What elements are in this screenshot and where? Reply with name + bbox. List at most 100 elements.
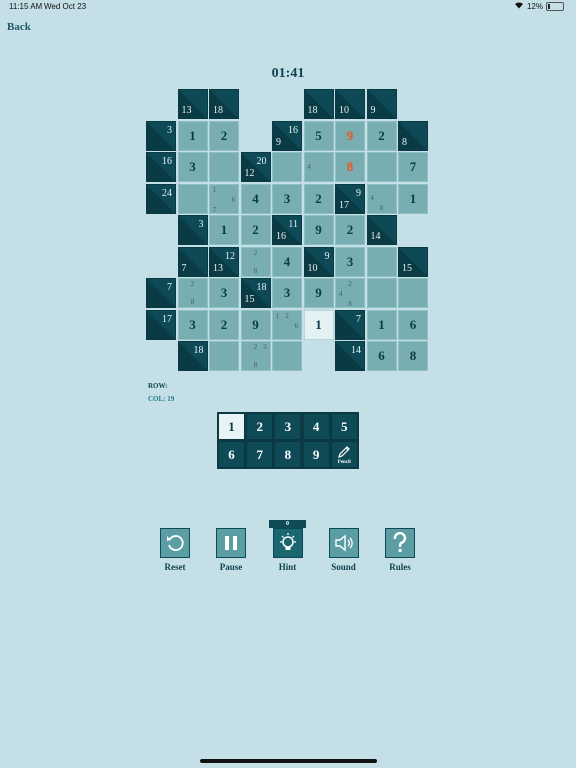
hint-button[interactable]	[272, 528, 303, 558]
pencil-mark	[368, 185, 377, 193]
entry-cell[interactable]: 9	[303, 215, 334, 245]
entry-cell[interactable]: 1 6 7	[209, 183, 239, 214]
clue-cell: 16	[146, 152, 176, 182]
entry-cell[interactable]: 3	[272, 183, 302, 214]
entry-cell[interactable]: 2	[240, 215, 271, 245]
entry-cell[interactable]: 3	[335, 246, 365, 277]
battery-percent: 12%	[526, 1, 543, 11]
back-button[interactable]: Back	[7, 21, 31, 33]
entry-cell[interactable]: 4	[272, 246, 302, 277]
entry-cell[interactable]: 3	[177, 152, 208, 182]
key-6[interactable]: 6	[218, 441, 245, 469]
across-clue: 14	[351, 345, 361, 356]
pencil-icon	[338, 445, 351, 458]
status-right: 12%	[514, 1, 564, 11]
pencil-button[interactable]: Pencil	[330, 441, 358, 469]
entry-cell[interactable]: 1	[209, 215, 239, 245]
pencil-marks: 1 6 7	[210, 185, 238, 214]
across-clue: 3	[167, 124, 172, 136]
entry-cell[interactable]: 1	[366, 309, 397, 340]
entry-cell[interactable]: 2	[335, 215, 365, 245]
selected-cell[interactable]: 1	[303, 309, 334, 340]
key-1[interactable]: 1	[218, 413, 245, 440]
entry-cell[interactable]	[272, 152, 302, 182]
entry-cell[interactable]: 2	[209, 309, 239, 340]
key-7[interactable]: 7	[246, 441, 274, 469]
entry-cell[interactable]	[366, 246, 397, 277]
entry-cell[interactable]	[209, 341, 239, 371]
entry-cell[interactable]: 23 8	[240, 341, 271, 371]
entry-cell[interactable]	[209, 152, 239, 182]
entry-cell[interactable]: 3	[272, 278, 302, 308]
entry-cell[interactable]: 8	[398, 341, 428, 371]
rules-button[interactable]	[385, 528, 415, 558]
cell-value: 1	[378, 316, 385, 332]
cell-value: 1	[315, 316, 322, 332]
entry-cell[interactable]: 48	[366, 183, 397, 214]
pencil-mark	[219, 185, 228, 195]
entry-cell[interactable]: 126	[272, 309, 302, 340]
pause-button[interactable]	[216, 528, 246, 558]
pencil-mark	[188, 289, 197, 297]
entry-cell[interactable]: 3	[209, 278, 239, 308]
entry-cell[interactable]: 4	[303, 152, 334, 182]
key-8[interactable]: 8	[274, 441, 302, 469]
pencil-mark: 2	[253, 248, 258, 257]
entry-cell[interactable]: 2	[303, 183, 334, 214]
entry-cell[interactable]: 3	[177, 309, 208, 340]
entry-cell[interactable]	[398, 278, 428, 308]
sound-button[interactable]	[328, 528, 359, 558]
pencil-mark	[260, 248, 269, 258]
pencil-marks: 28	[179, 279, 207, 307]
entry-cell[interactable]: 28	[177, 278, 208, 308]
key-5[interactable]: 5	[330, 413, 358, 440]
entry-cell[interactable]: 5	[303, 120, 334, 151]
clue-cell: 12 13	[209, 246, 239, 277]
pencil-mark: 8	[190, 298, 195, 306]
entry-cell[interactable]: 9	[240, 309, 271, 340]
entry-cell[interactable]: 1	[398, 183, 428, 214]
pencil-mark	[260, 258, 269, 266]
pencil-mark	[336, 299, 345, 309]
entry-cell[interactable]: 6	[398, 309, 428, 340]
hint-count-badge: 0	[269, 520, 306, 528]
entry-cell[interactable]: 1	[177, 120, 208, 151]
key-9[interactable]: 9	[302, 441, 330, 469]
cell-value: 5	[315, 127, 322, 143]
entry-cell[interactable]: 6	[366, 341, 397, 371]
pencil-mark	[323, 172, 332, 181]
key-3[interactable]: 3	[274, 413, 302, 440]
pencil-mark	[305, 153, 314, 162]
entry-cell[interactable]: 248	[335, 278, 365, 308]
entry-cell[interactable]: 2	[366, 120, 397, 151]
cell-value: 8	[409, 348, 417, 363]
across-clue: 7	[167, 282, 172, 293]
entry-cell[interactable]	[366, 152, 397, 182]
down-clue: 10	[339, 105, 349, 116]
across-clue: 16	[162, 156, 172, 167]
pencil-mark	[210, 195, 219, 205]
cell-value: 6	[378, 348, 385, 363]
entry-cell[interactable]: 9	[303, 278, 334, 308]
pencil-marks: 4	[305, 153, 333, 181]
pause-icon	[221, 533, 241, 553]
pencil-mark	[242, 342, 251, 352]
entry-cell[interactable]	[366, 278, 397, 308]
entry-cell[interactable]: 2	[209, 120, 239, 151]
key-2[interactable]: 2	[246, 413, 274, 440]
across-clue: 18	[193, 345, 204, 356]
down-clue: 15	[402, 262, 412, 274]
down-clue: 9	[370, 105, 376, 116]
entry-cell[interactable]: 9	[335, 120, 365, 151]
key-4[interactable]: 4	[302, 413, 330, 440]
entry-cell[interactable]: 28	[240, 246, 271, 277]
entry-cell[interactable]: 7	[398, 152, 428, 182]
number-keypad: 1 2 3 4 5 6 7 8 9 Pencil	[217, 412, 359, 469]
reset-icon	[165, 533, 185, 553]
entry-cell[interactable]: 8	[335, 152, 365, 182]
reset-button[interactable]	[160, 528, 190, 558]
pencil-mark	[273, 331, 282, 339]
entry-cell[interactable]	[272, 341, 302, 371]
entry-cell[interactable]	[177, 183, 208, 214]
entry-cell[interactable]: 4	[240, 183, 271, 214]
